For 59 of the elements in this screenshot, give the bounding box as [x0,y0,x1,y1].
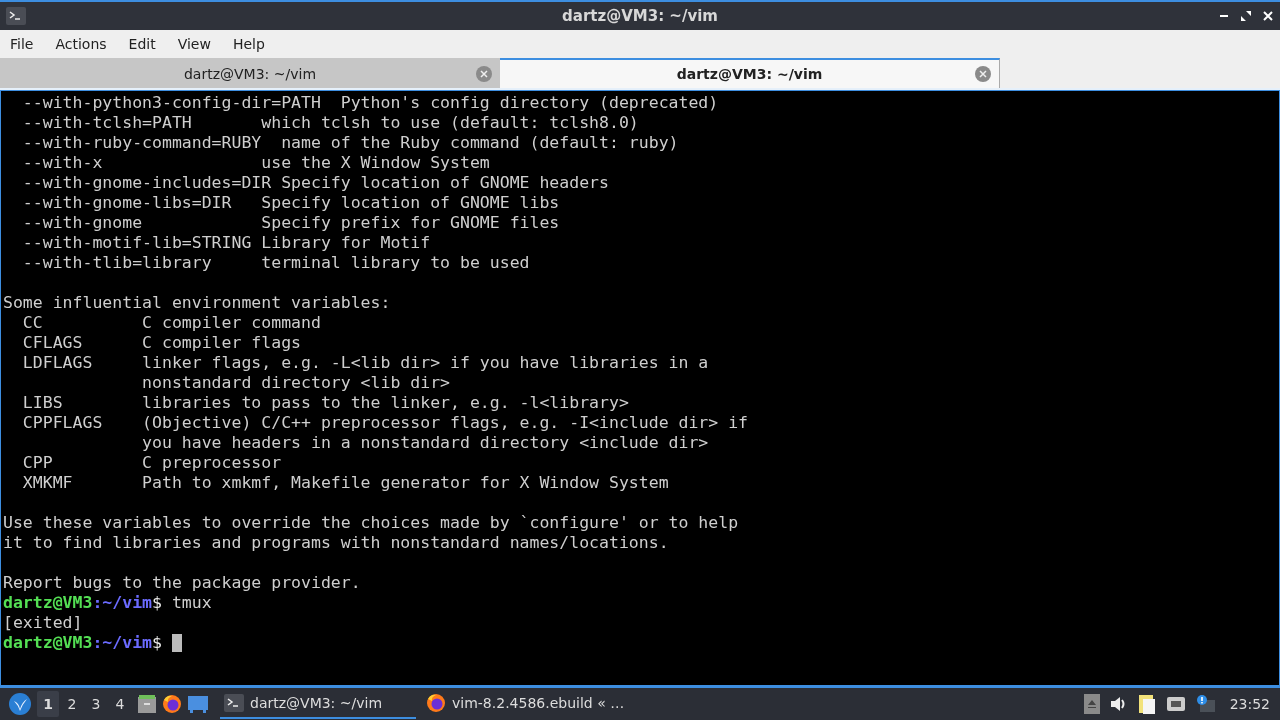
file-cabinet-icon[interactable] [137,694,157,714]
clock[interactable]: 23:52 [1229,696,1270,712]
clipboard-icon[interactable] [1137,693,1156,715]
prompt-command: tmux [170,593,212,613]
prompt-user-host: dartz@VM3 [3,633,93,653]
terminal-line: CC C compiler command [21,313,321,333]
menu-item[interactable]: Edit [120,32,164,56]
desktop-switch[interactable]: 3 [85,691,107,717]
desktop-icon[interactable] [187,694,209,714]
terminal-line: Report bugs to the package provider. [3,573,361,593]
prompt-path: :~/vim [92,593,152,613]
terminal-line: --with-motif-lib=STRING Library for Motif [21,233,431,253]
terminal-line: CPP C preprocessor [21,453,282,473]
terminal-line: [exited] [3,613,83,633]
terminal-line: Use these variables to override the choices made by `configure' or to help [3,513,739,533]
terminal-line: you have headers in a nonstandard directory <include dir> [141,433,709,453]
prompt-path: :~/vim [92,633,152,653]
window-title: dartz@VM3: ~/vim [562,7,718,25]
notification-icon[interactable] [1195,694,1216,714]
eject-icon[interactable] [1083,694,1100,714]
terminal-icon [224,694,244,712]
maximize-icon[interactable] [1240,10,1252,22]
tab[interactable]: dartz@VM3: ~/vim [500,58,1000,88]
terminal-line: CFLAGS C compiler flags [21,333,301,353]
menu-item[interactable]: Help [224,32,273,56]
desktop-switch[interactable]: 4 [109,691,131,717]
terminal-line: --with-gnome-libs=DIR Specify location of GNOME libs [21,193,560,213]
terminal-line: XMKMF Path to xmkmf, Makefile generator for X Window System [21,473,669,493]
terminal-line: --with-tclsh=PATH which tclsh to use (default: tclsh8.0) [21,113,639,133]
close-icon[interactable] [1262,10,1274,22]
taskbar-task[interactable]: dartz@VM3: ~/vim [220,689,416,719]
terminal-line: Some influential environment variables: [3,293,391,313]
prompt-symbol: $ [152,633,162,653]
menu-item[interactable]: View [169,32,219,56]
terminal-icon [6,7,26,25]
taskbar-task[interactable]: vim-8.2.4586.ebuild « … [422,689,629,719]
menu-item[interactable]: File [2,32,42,56]
start-menu-icon[interactable] [9,693,31,715]
desktop-switch[interactable]: 2 [61,691,83,717]
prompt-user-host: dartz@VM3 [3,593,93,613]
terminal-line: nonstandard directory <lib dir> [141,373,451,393]
terminal-line: LIBS libraries to pass to the linker, e.g. -l<library> [21,393,629,413]
terminal-line: LDFLAGS linker flags, e.g. -L<lib dir> if you have libraries in a [21,353,709,373]
prompt-symbol: $ [152,593,162,613]
browser-icon[interactable] [162,694,182,714]
browser-icon [426,693,446,713]
tab[interactable]: dartz@VM3: ~/vim [0,58,500,88]
terminal-line: --with-ruby-command=RUBY name of the Ruby command (default: ruby) [21,133,679,153]
terminal-line: CPPFLAGS (Objective) C/C++ preprocessor flags, e.g. -I<include dir> if [21,413,749,433]
terminal-line: --with-gnome-includes=DIR Specify location of GNOME headers [21,173,609,193]
terminal-line: --with-python3-config-dir=PATH Python's config directory (deprecated) [21,93,719,113]
close-tab-icon[interactable] [476,66,492,82]
terminal-line: it to find libraries and programs with nonstandard names/locations. [3,533,669,553]
menu-item[interactable]: Actions [47,32,115,56]
terminal-line: --with-x use the X Window System [21,153,490,173]
terminal-line: --with-gnome Specify prefix for GNOME files [21,213,560,233]
desktop-switch[interactable]: 1 [37,691,59,717]
terminal-line: --with-tlib=library terminal library to be used [21,253,530,273]
close-tab-icon[interactable] [975,66,991,82]
